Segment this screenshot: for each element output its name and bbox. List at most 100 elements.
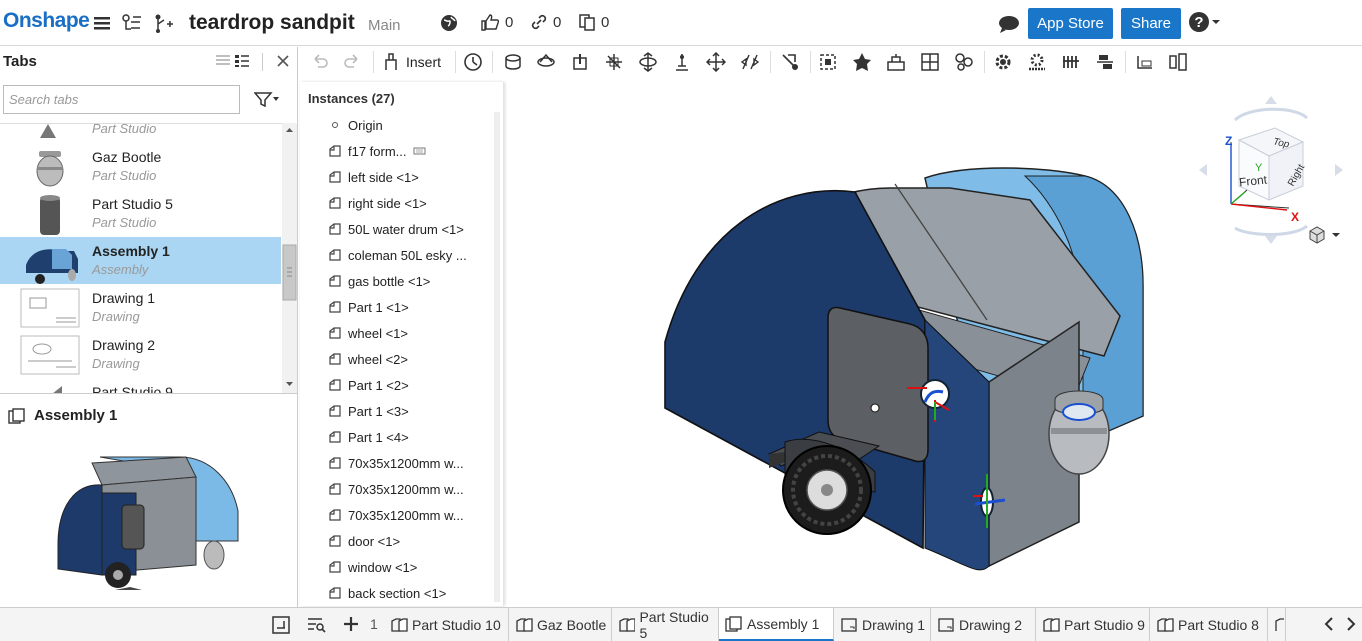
document-title[interactable]: teardrop sandpit: [189, 11, 355, 35]
tab-name: Part Studio 9: [92, 384, 173, 393]
partial-tab-label[interactable]: 1: [370, 616, 378, 632]
revolute-mate-icon[interactable]: [536, 52, 556, 72]
bottom-tab[interactable]: Part Studio 8: [1150, 608, 1268, 641]
list-view-icon[interactable]: [215, 54, 231, 68]
help-menu[interactable]: ?: [1189, 12, 1221, 32]
instances-scrollbar[interactable]: [494, 112, 500, 602]
instance-row[interactable]: f17 form...: [328, 138, 427, 164]
undo-icon[interactable]: [310, 52, 330, 72]
bottom-tab[interactable]: Assembly 1: [719, 608, 834, 641]
graphics-viewport[interactable]: Top Front Right Z Y X: [505, 82, 1362, 606]
tabs-list-scrollbar[interactable]: [282, 123, 297, 393]
bottom-tab-overflow[interactable]: [1268, 608, 1286, 641]
instance-row[interactable]: Part 1 <1>: [328, 294, 409, 320]
scroll-tabs-left-icon[interactable]: [1322, 615, 1336, 633]
thumbnail-view-icon[interactable]: [234, 54, 250, 68]
divider: [984, 51, 985, 73]
fastened-mate-icon[interactable]: [503, 52, 523, 72]
bottom-tab[interactable]: Part Studio 10: [384, 608, 509, 641]
mate-connector-icon[interactable]: [818, 52, 838, 72]
explode-icon[interactable]: [1168, 52, 1188, 72]
filter-icon[interactable]: [254, 91, 280, 107]
view-cube-front[interactable]: Front: [1238, 173, 1267, 190]
cylindrical-mate-icon[interactable]: [638, 52, 658, 72]
instance-row[interactable]: 70x35x1200mm w...: [328, 476, 464, 502]
instance-row[interactable]: 70x35x1200mm w...: [328, 502, 464, 528]
tab-name: Gaz Bootle: [92, 149, 162, 165]
screw-relation-icon[interactable]: [1061, 52, 1081, 72]
instance-row[interactable]: Part 1 <4>: [328, 424, 409, 450]
branch-name: Main: [368, 17, 401, 34]
links-count[interactable]: 0: [530, 13, 561, 31]
list-item[interactable]: Part Studio: [0, 124, 281, 143]
bottom-tab[interactable]: Drawing 1: [834, 608, 931, 641]
pattern-icon[interactable]: [954, 52, 974, 72]
instance-row[interactable]: Part 1 <3>: [328, 398, 409, 424]
bottom-tab[interactable]: Part Studio 5: [612, 608, 719, 641]
instance-origin[interactable]: Origin: [328, 112, 383, 138]
list-item[interactable]: Drawing 1 Drawing: [0, 284, 281, 331]
pin-slot-mate-icon[interactable]: [672, 52, 692, 72]
tab-manager-icon[interactable]: [306, 616, 326, 634]
insert-button[interactable]: Insert: [382, 52, 441, 72]
relations-icon[interactable]: [886, 52, 906, 72]
list-item[interactable]: Part Studio 5 Part Studio: [0, 190, 281, 237]
globe-icon[interactable]: [440, 14, 458, 32]
part-instance-icon: [329, 535, 341, 547]
instance-row[interactable]: back section <1>: [328, 580, 446, 606]
search-tabs-input[interactable]: Search tabs: [3, 85, 240, 114]
bottom-tab-label: Assembly 1: [747, 615, 820, 632]
instance-row[interactable]: 70x35x1200mm w...: [328, 450, 464, 476]
copies-count[interactable]: 0: [578, 13, 609, 31]
part-instance-icon: [329, 457, 341, 469]
add-tab-icon[interactable]: [342, 615, 360, 633]
instance-row[interactable]: 50L water drum <1>: [328, 216, 464, 242]
linear-relation-icon[interactable]: [1095, 52, 1115, 72]
close-icon[interactable]: [276, 54, 290, 68]
list-item[interactable]: Drawing 2 Drawing: [0, 331, 281, 378]
instance-row[interactable]: gas bottle <1>: [328, 268, 430, 294]
scroll-tabs-right-icon[interactable]: [1344, 615, 1358, 633]
instance-row[interactable]: window <1>: [328, 554, 417, 580]
cylinder-thumbnail: [20, 194, 80, 235]
slider-mate-icon[interactable]: [570, 52, 590, 72]
onshape-logo[interactable]: Onshape: [3, 9, 90, 33]
collapse-panel-icon[interactable]: [272, 616, 290, 634]
bottom-tab[interactable]: Drawing 2: [931, 608, 1036, 641]
likes-count[interactable]: 0: [480, 13, 513, 31]
list-item[interactable]: Gaz Bootle Part Studio: [0, 143, 281, 190]
planar-mate-icon[interactable]: [604, 52, 624, 72]
bottom-tab-label: Drawing 2: [959, 616, 1023, 633]
hamburger-menu-icon[interactable]: [92, 13, 112, 33]
feature-list-icon[interactable]: [121, 13, 143, 35]
tangent-mate-icon[interactable]: [780, 52, 800, 72]
redo-icon[interactable]: [342, 52, 362, 72]
part-instance-icon: [329, 249, 341, 261]
ball-mate-icon[interactable]: [706, 52, 726, 72]
group-icon[interactable]: [852, 52, 872, 72]
view-options-menu[interactable]: [1307, 225, 1341, 245]
replicate-icon[interactable]: [920, 52, 940, 72]
instance-row[interactable]: door <1>: [328, 528, 400, 554]
timer-icon[interactable]: [463, 52, 483, 72]
instance-row[interactable]: wheel <2>: [328, 346, 408, 372]
bottom-tab[interactable]: Gaz Bootle: [509, 608, 612, 641]
list-item-selected[interactable]: Assembly 1 Assembly: [0, 237, 281, 284]
measure-icon[interactable]: [1134, 52, 1154, 72]
share-button[interactable]: Share: [1121, 8, 1181, 39]
drawing-icon: [938, 617, 954, 632]
instance-row[interactable]: coleman 50L esky ...: [328, 242, 467, 268]
instance-row[interactable]: right side <1>: [328, 190, 427, 216]
instance-row[interactable]: Part 1 <2>: [328, 372, 409, 398]
rack-pinion-icon[interactable]: [1027, 52, 1047, 72]
instance-row[interactable]: left side <1>: [328, 164, 419, 190]
list-item[interactable]: Part Studio 9: [0, 378, 281, 393]
tabs-list: Part Studio Gaz Bootle Part Studio Part …: [0, 123, 298, 393]
comments-icon[interactable]: [998, 15, 1020, 33]
workspace-branch-icon[interactable]: [152, 13, 174, 35]
parallel-mate-icon[interactable]: [740, 52, 760, 72]
instance-row[interactable]: wheel <1>: [328, 320, 408, 346]
bottom-tab[interactable]: Part Studio 9: [1036, 608, 1150, 641]
app-store-button[interactable]: App Store: [1028, 8, 1113, 39]
gear-icon[interactable]: [993, 52, 1013, 72]
